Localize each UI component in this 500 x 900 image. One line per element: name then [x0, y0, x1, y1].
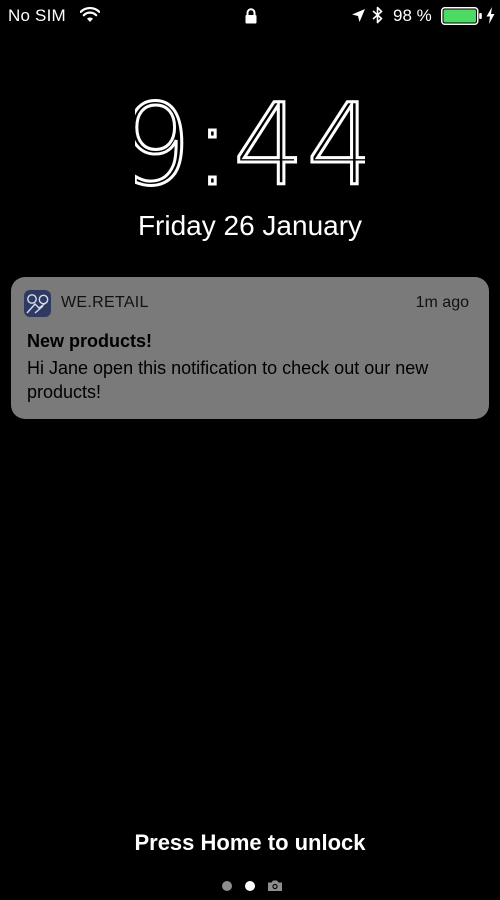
unlock-hint: Press Home to unlock: [134, 830, 366, 855]
status-bar: No SIM 98 %: [0, 0, 500, 34]
battery-icon: [441, 7, 482, 25]
carrier-label: No SIM: [8, 6, 66, 25]
time-display: 9:44: [135, 92, 365, 200]
notification-body: Hi Jane open this notification to check …: [27, 358, 429, 402]
lock-screen-date: Friday 26 January: [137, 210, 363, 241]
location-icon: [352, 9, 365, 22]
notification-time: 1m ago: [415, 294, 469, 311]
svg-text:9:44: 9:44: [135, 92, 365, 200]
camera-icon[interactable]: [267, 879, 283, 892]
we-retail-logo-icon: [26, 294, 49, 314]
page-dot-today-view[interactable]: [222, 881, 232, 891]
wifi-icon: [80, 7, 100, 22]
notification-header: WE.RETAIL 1m ago: [11, 277, 489, 329]
notification-title: New products!: [27, 331, 153, 351]
notification-app-name: WE.RETAIL: [61, 294, 149, 311]
battery-percent: 98 %: [393, 6, 432, 25]
notification-card[interactable]: WE.RETAIL 1m ago New products! Hi Jane o…: [11, 277, 489, 419]
bluetooth-icon: [372, 6, 383, 24]
lock-screen-time: 9:44: [0, 92, 500, 200]
page-dot-lock-screen[interactable]: [245, 881, 255, 891]
page-indicator[interactable]: [0, 879, 500, 893]
charging-icon: [486, 7, 495, 24]
lock-icon: [245, 8, 257, 24]
app-icon: [24, 290, 51, 317]
